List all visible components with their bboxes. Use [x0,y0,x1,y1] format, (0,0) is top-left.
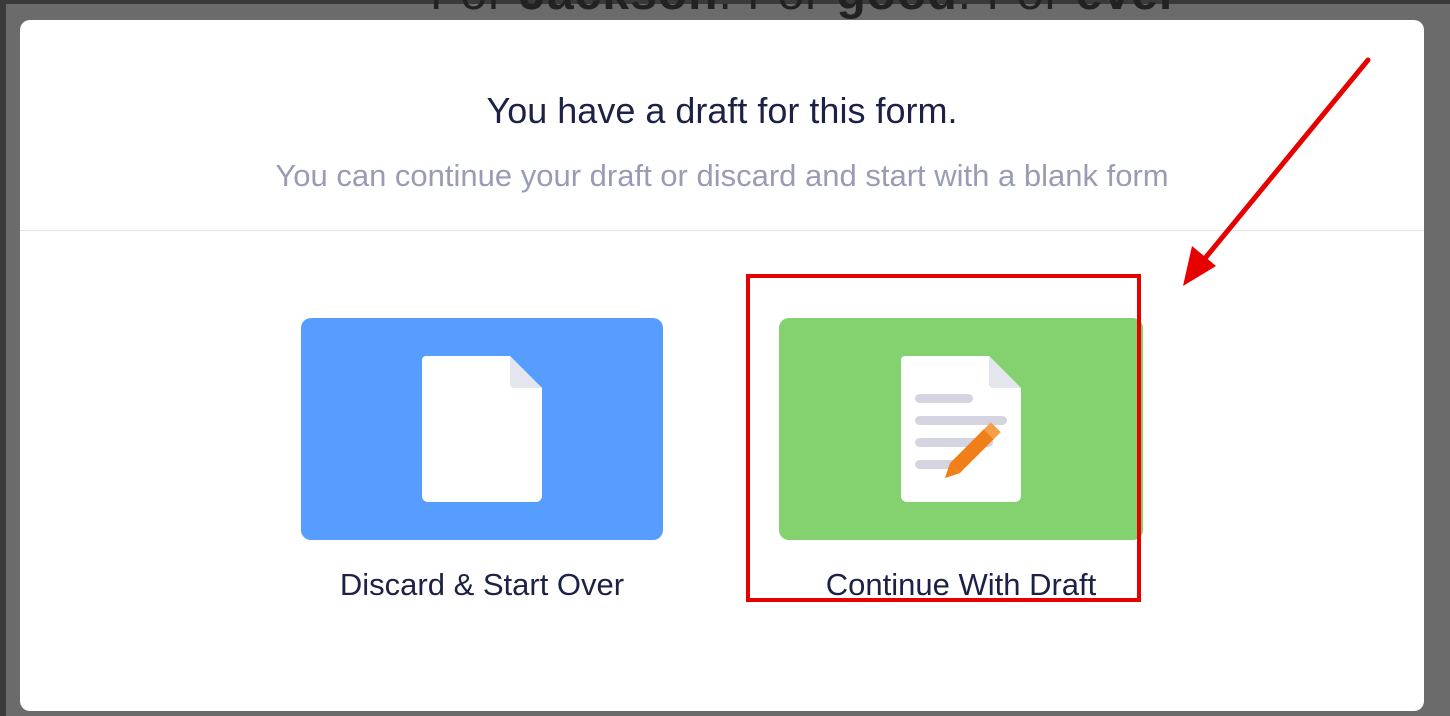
discard-start-over-button[interactable]: Discard & Start Over [301,318,663,603]
blank-document-icon [422,356,542,502]
background-text-segment: . For [718,0,836,20]
background-text-bold: Jackson [519,0,718,20]
background-text-segment: For [430,0,519,20]
draft-dialog: You have a draft for this form. You can … [20,20,1424,711]
dialog-title: You have a draft for this form. [486,90,958,131]
background-page-text: For Jackson. For good. For ever [430,0,1179,21]
annotation-highlight-box [746,274,1141,602]
background-text-bold: ever [1076,0,1179,20]
window-frame-left [0,0,6,716]
dialog-header: You have a draft for this form. You can … [20,20,1424,231]
dialog-subtitle: You can continue your draft or discard a… [275,158,1169,193]
discard-card[interactable] [301,318,663,540]
background-text-bold: good [836,0,957,20]
background-text-segment: . For [958,0,1076,20]
discard-label: Discard & Start Over [339,567,625,602]
